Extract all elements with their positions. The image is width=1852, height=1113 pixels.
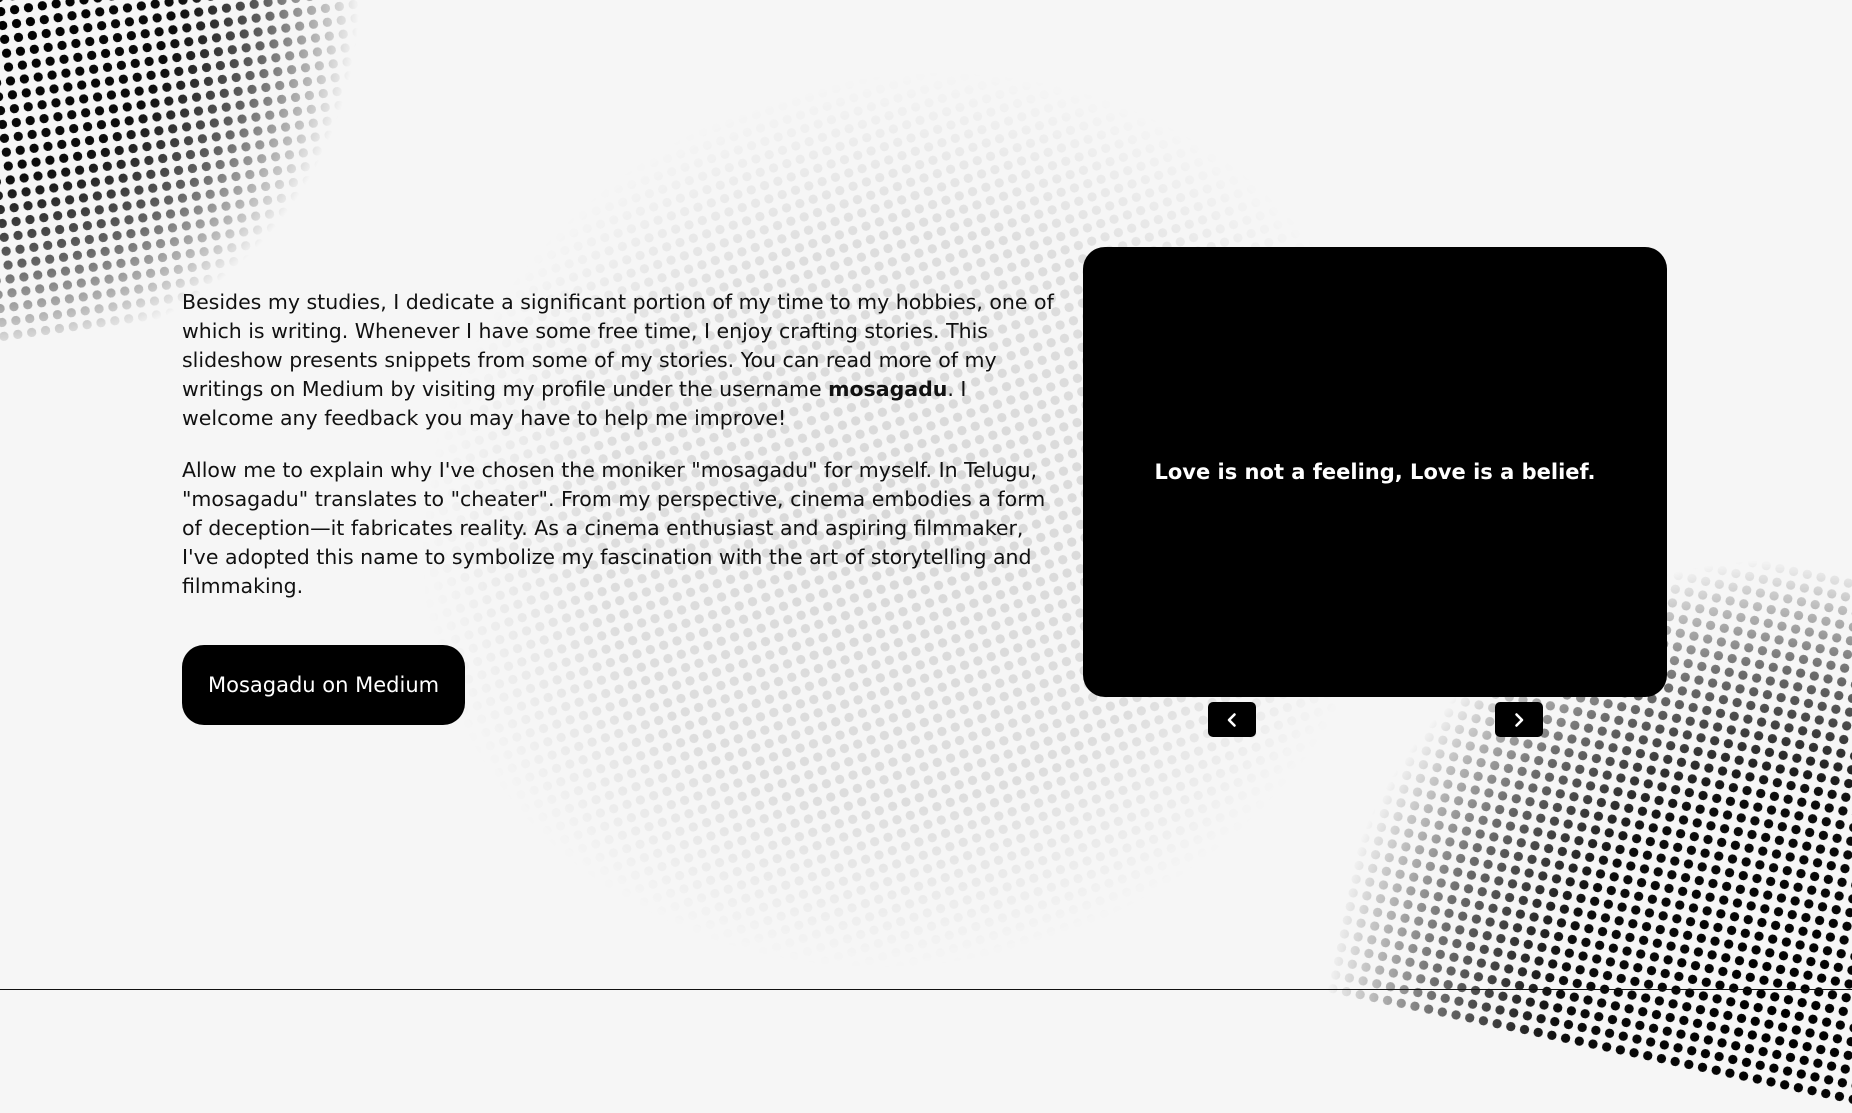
slide-quote: Love is not a feeling, Love is a belief. — [1154, 460, 1596, 484]
slideshow-prev-button[interactable] — [1208, 702, 1256, 737]
medium-username: mosagadu — [828, 377, 948, 401]
slideshow-next-button[interactable] — [1495, 702, 1543, 737]
story-slideshow: Love is not a feeling, Love is a belief. — [1083, 247, 1667, 697]
intro-paragraph-1: Besides my studies, I dedicate a signifi… — [182, 288, 1062, 433]
chevron-left-icon — [1227, 712, 1236, 727]
chevron-right-icon — [1515, 712, 1524, 727]
medium-profile-button[interactable]: Mosagadu on Medium — [182, 645, 466, 725]
intro-paragraph-2: Allow me to explain why I've chosen the … — [182, 458, 1046, 598]
writing-intro-section: Besides my studies, I dedicate a signifi… — [182, 288, 1062, 725]
